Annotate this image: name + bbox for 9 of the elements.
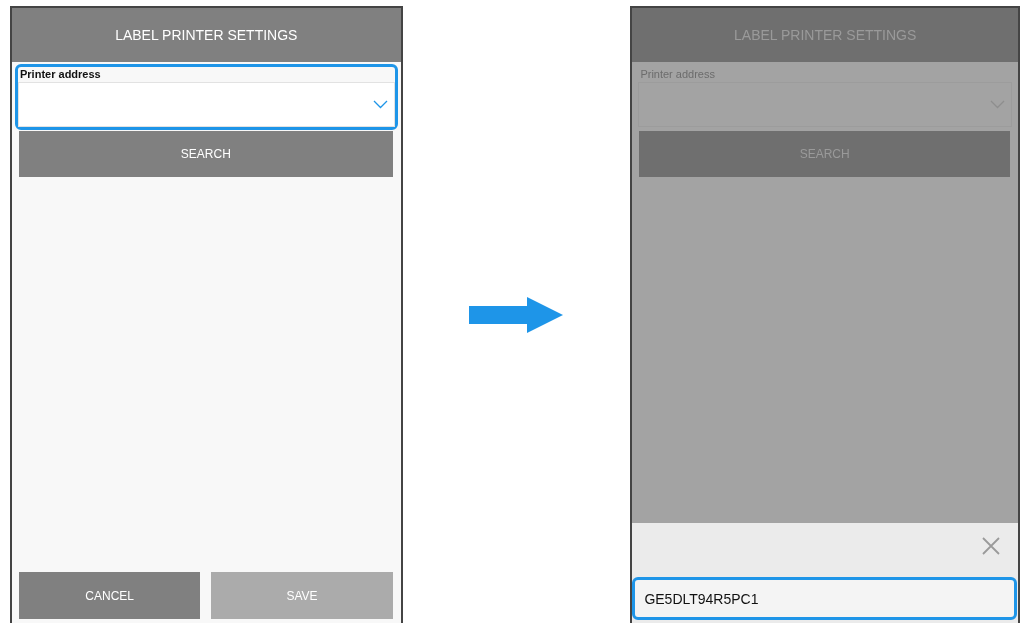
close-icon[interactable] (982, 537, 1000, 555)
printer-option[interactable]: GE5DLT94R5PC1 (632, 577, 1017, 620)
screen-title: LABEL PRINTER SETTINGS (12, 8, 401, 62)
search-button[interactable]: SEARCH (19, 131, 393, 177)
chevron-down-icon (372, 100, 388, 109)
field-label: Printer address (19, 67, 102, 82)
cancel-button[interactable]: CANCEL (19, 572, 201, 619)
printer-address-field[interactable]: Printer address (15, 64, 398, 130)
right-arrow-icon (469, 296, 564, 333)
